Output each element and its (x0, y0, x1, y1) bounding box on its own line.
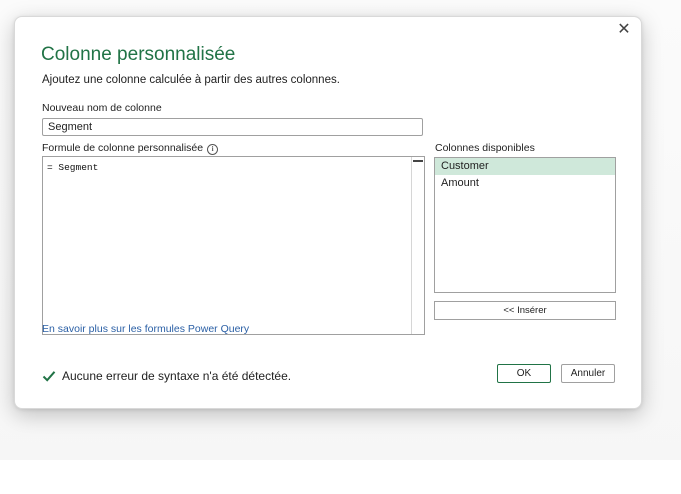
custom-column-dialog: ✕ Colonne personnalisée Ajoutez une colo… (14, 16, 642, 409)
ok-button[interactable]: OK (497, 364, 551, 383)
formula-label-text: Formule de colonne personnalisée (42, 142, 204, 154)
formula-text[interactable]: = Segment (47, 162, 98, 173)
new-column-name-input[interactable] (42, 118, 423, 136)
list-item-amount[interactable]: Amount (435, 175, 615, 192)
scrollbar-thumb[interactable] (413, 160, 423, 162)
dialog-subtitle: Ajoutez une colonne calculée à partir de… (42, 74, 340, 86)
syntax-status: Aucune erreur de syntaxe n'a été détecté… (42, 369, 291, 383)
available-columns-list[interactable]: Customer Amount (434, 157, 616, 293)
formula-editor[interactable]: = Segment (42, 156, 425, 335)
syntax-status-text: Aucune erreur de syntaxe n'a été détecté… (62, 369, 292, 383)
insert-button[interactable]: << Insérer (434, 301, 616, 320)
learn-more-link[interactable]: En savoir plus sur les formules Power Qu… (42, 323, 249, 335)
checkmark-icon (42, 371, 56, 382)
formula-scrollbar[interactable] (411, 157, 424, 334)
cancel-button[interactable]: Annuler (561, 364, 615, 383)
dialog-title: Colonne personnalisée (41, 44, 236, 65)
backdrop-bottom (0, 460, 681, 494)
list-item-customer[interactable]: Customer (435, 158, 615, 175)
available-columns-label: Colonnes disponibles (435, 142, 535, 154)
new-column-name-label: Nouveau nom de colonne (42, 102, 162, 114)
info-icon[interactable]: i (207, 144, 219, 155)
close-icon[interactable]: ✕ (615, 21, 633, 39)
formula-label: Formule de colonne personnalisée i (42, 142, 219, 155)
